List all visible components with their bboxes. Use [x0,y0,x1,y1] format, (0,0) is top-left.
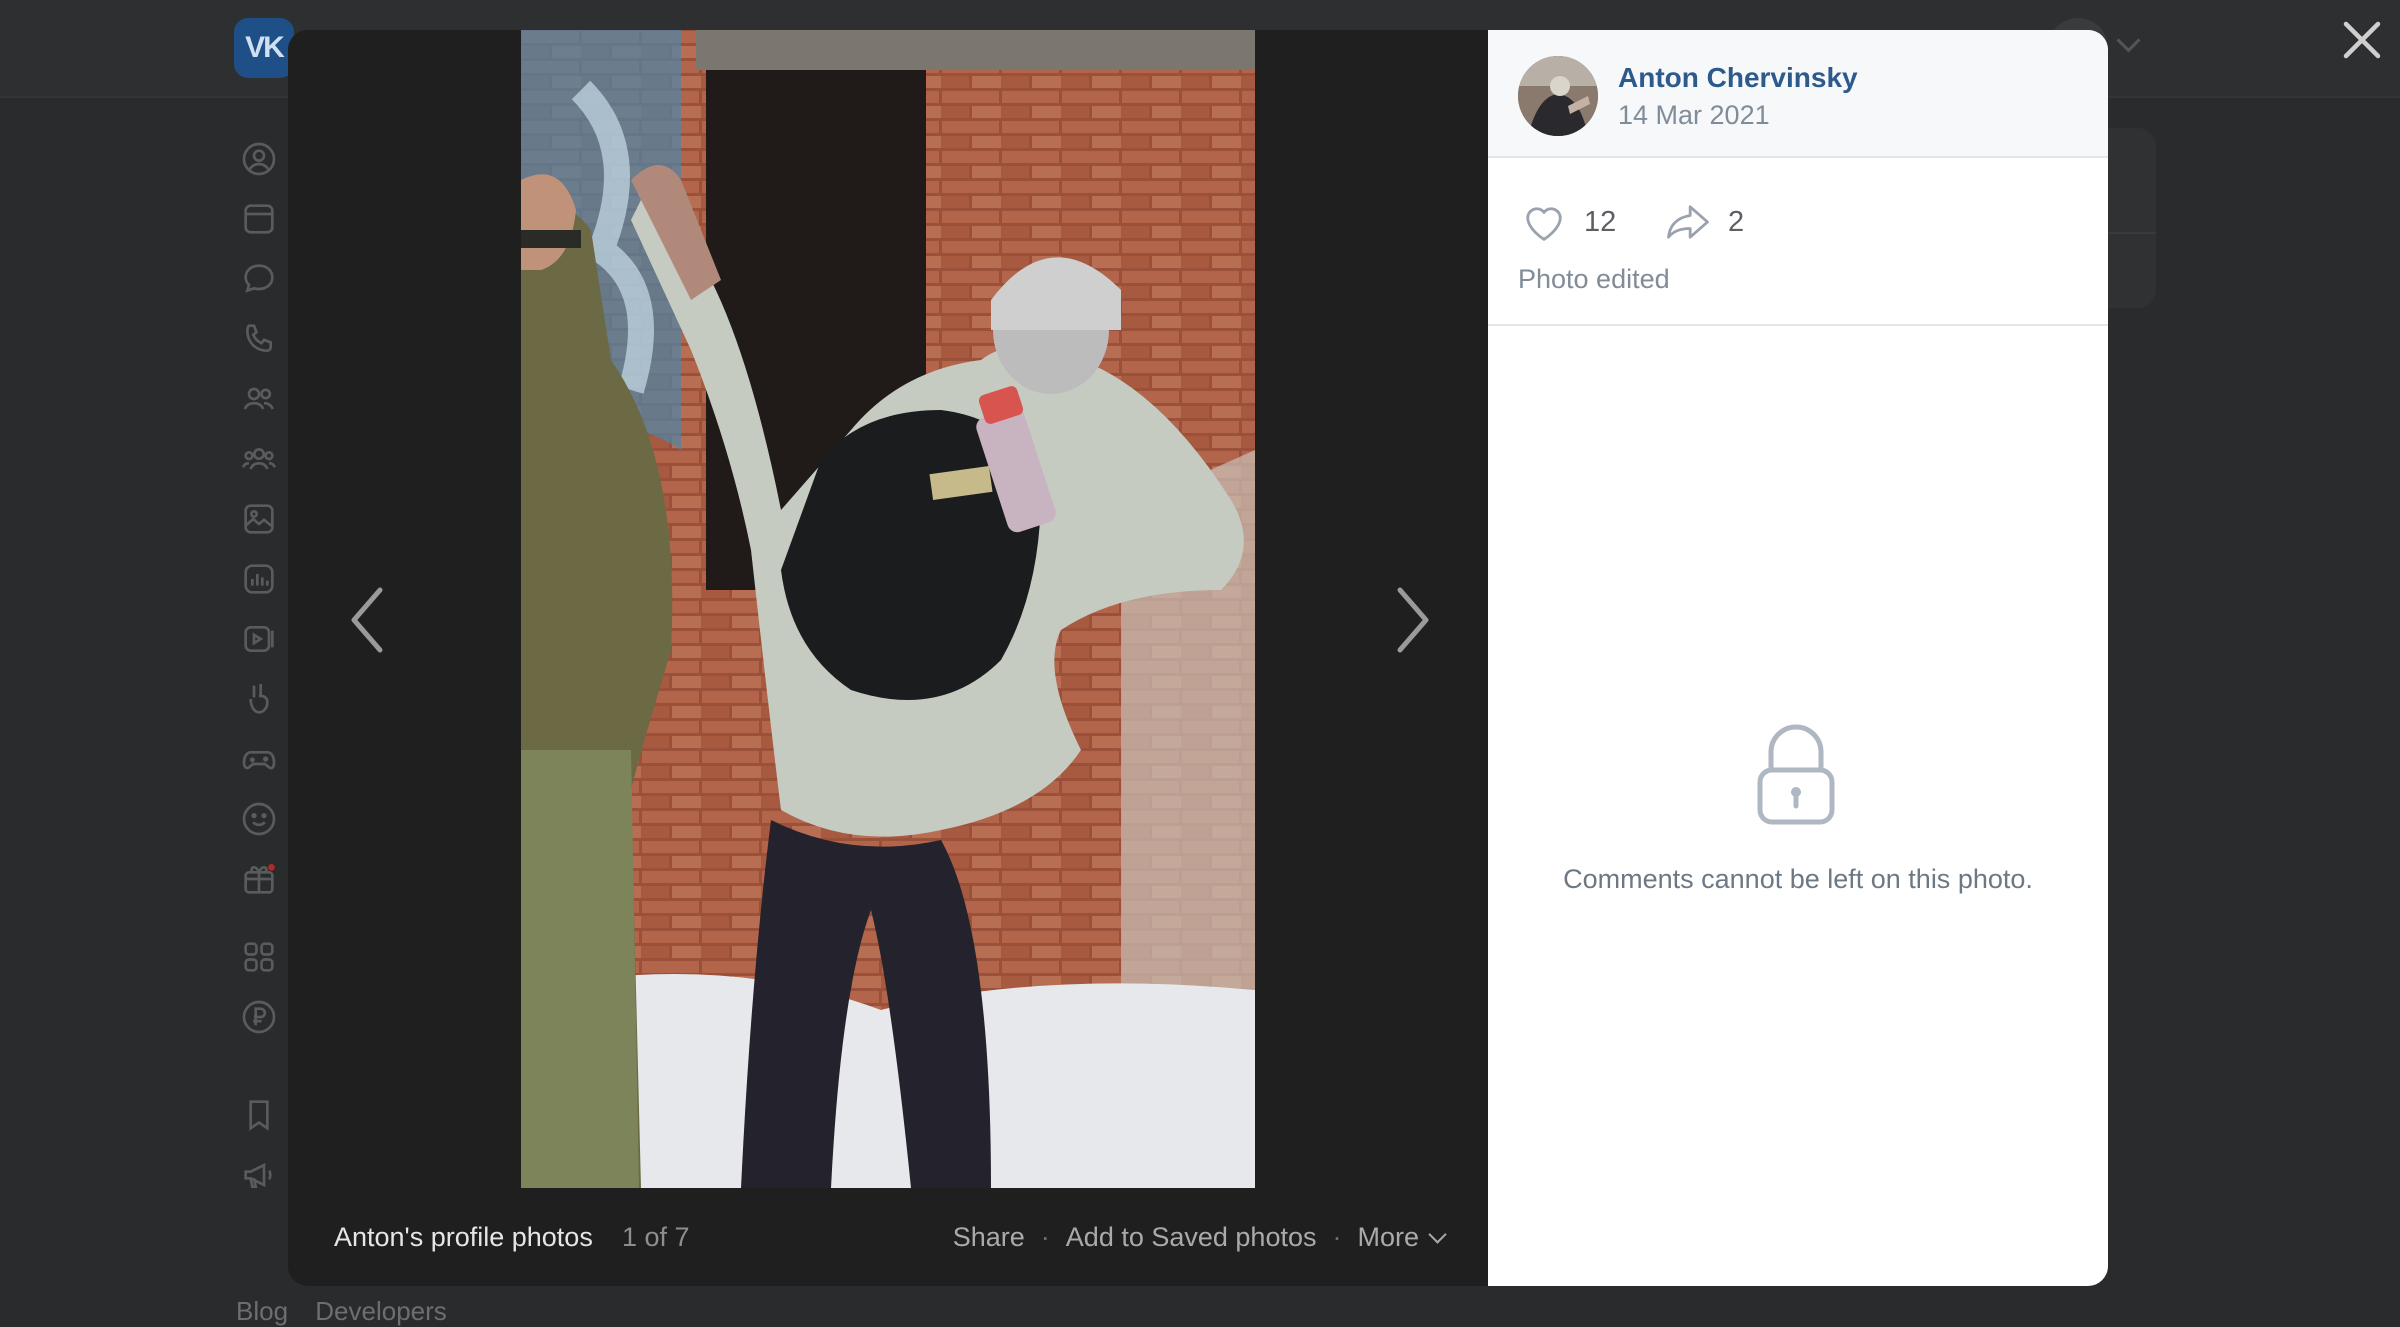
chevron-down-icon [1428,1225,1447,1244]
footer-link-blog[interactable]: Blog [236,1296,288,1326]
previous-photo-arrow-icon[interactable] [340,570,400,670]
vk-logo[interactable]: VK [234,18,294,78]
album-title-link[interactable]: Anton's profile photos [334,1222,593,1253]
separator-dot: · [1040,1222,1050,1252]
close-icon[interactable] [2336,14,2388,66]
vk-pay-icon[interactable] [234,992,284,1042]
friends-icon[interactable] [234,374,284,424]
lock-icon [1746,720,1846,835]
next-photo-arrow-icon[interactable] [1380,570,1440,670]
share-count-button[interactable]: 2 [1662,196,1744,248]
clips-icon[interactable] [234,674,284,724]
messages-icon[interactable] [234,254,284,304]
ads-icon[interactable] [234,1150,284,1200]
communities-icon[interactable] [234,434,284,484]
photo-edited-note: Photo edited [1518,264,1670,294]
separator-dot: · [1332,1222,1342,1252]
photos-icon[interactable] [234,494,284,544]
gifts-icon[interactable] [234,854,284,904]
photo-actions: Share · Add to Saved photos · More [953,1222,1447,1253]
author-name-link[interactable]: Anton Chervinsky [1618,62,1858,94]
share-arrow-icon [1667,205,1709,239]
services-icon[interactable] [234,932,284,982]
video-icon[interactable] [234,614,284,664]
comments-disabled-note: Comments cannot be left on this photo. [1563,864,2033,894]
music-icon[interactable] [234,554,284,604]
share-button[interactable]: Share [953,1222,1025,1253]
games-icon[interactable] [234,734,284,784]
like-button[interactable]: 12 [1518,196,1616,248]
photo-stats: 12 2 Photo edited [1488,156,2108,326]
share-count: 2 [1728,205,1745,238]
panel-header: Anton Chervinsky 14 Mar 2021 [1488,30,2108,158]
add-to-saved-button[interactable]: Add to Saved photos [1066,1222,1317,1253]
like-count: 12 [1584,205,1617,238]
photo-date[interactable]: 14 Mar 2021 [1618,100,1770,131]
profile-icon[interactable] [234,134,284,184]
calls-icon[interactable] [234,314,284,364]
stickers-icon[interactable] [234,794,284,844]
photo-bottom-bar: Anton's profile photos 1 of 7 Share · Ad… [288,1188,1488,1286]
more-button[interactable]: More [1357,1222,1447,1253]
photo-info-panel: Anton Chervinsky 14 Mar 2021 12 2 Photo … [1488,30,2108,1286]
background-footer: Blog Developers [236,1296,467,1327]
bookmarks-icon[interactable] [234,1090,284,1140]
more-label: More [1357,1222,1419,1252]
author-avatar[interactable] [1518,56,1598,136]
heart-icon [1526,207,1562,241]
photo[interactable] [521,30,1255,1188]
photo-counter: 1 of 7 [622,1222,690,1252]
news-icon[interactable] [234,194,284,244]
footer-link-developers[interactable]: Developers [315,1296,447,1326]
chevron-down-icon[interactable] [2116,28,2141,53]
photo-viewer: Anton's profile photos 1 of 7 Share · Ad… [288,30,2108,1286]
photo-area: Anton's profile photos 1 of 7 Share · Ad… [288,30,1488,1286]
